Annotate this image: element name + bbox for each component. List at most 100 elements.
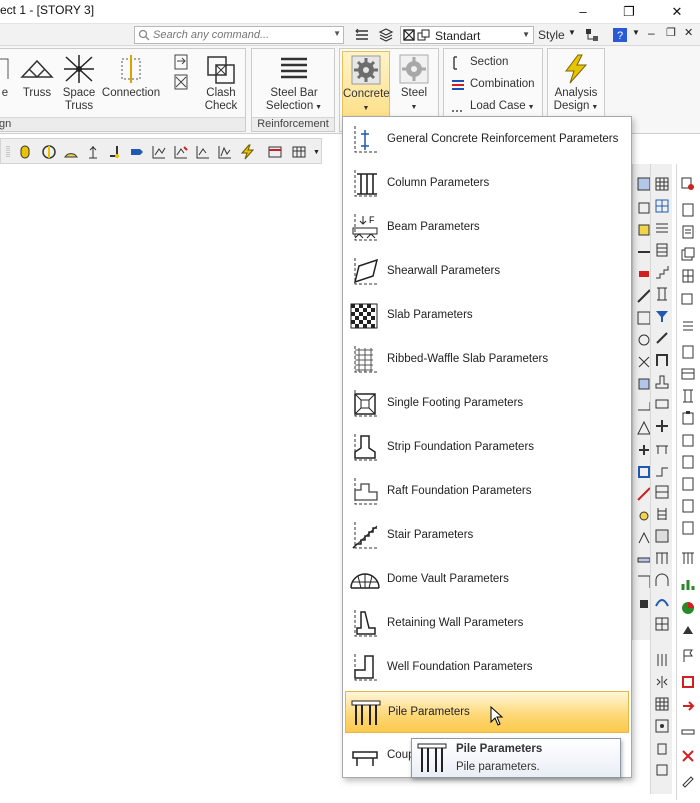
help-dropdown-icon[interactable]: ▼ [632,28,640,37]
doc-grid-icon[interactable] [680,268,696,284]
mdi-restore-button[interactable]: ❐ [666,26,676,39]
clipboard-icon[interactable] [680,410,696,426]
clash-check-button[interactable]: Clash Check [199,53,243,113]
doc-lines-icon[interactable] [680,224,696,240]
ladder-icon[interactable] [654,506,670,522]
doc-arrow-icon[interactable] [680,344,696,360]
mdi-close-button[interactable]: ✕ [684,26,693,39]
table-red-icon[interactable] [267,144,283,160]
tag-icon[interactable] [129,144,145,160]
plug-icon[interactable] [654,740,670,756]
partial-button[interactable]: e [0,53,11,100]
anchor-icon[interactable] [85,144,101,160]
frame-icon[interactable] [654,352,670,368]
menu-item-retaining-wall[interactable]: Retaining Wall Parameters [345,603,629,645]
target-icon[interactable] [654,718,670,734]
mirror-icon[interactable] [654,674,670,690]
doc-check-icon[interactable] [680,476,696,492]
copy-red-icon[interactable] [680,176,696,192]
rainbow-icon[interactable] [41,144,57,160]
tree-icon[interactable] [680,624,696,640]
mdi-minimize-button[interactable]: – [648,26,655,40]
grid-icon[interactable] [654,176,670,192]
colonnade-icon[interactable] [654,550,670,566]
style-label[interactable]: Style [538,28,565,42]
menu-item-dome-vault[interactable]: Dome Vault Parameters [345,559,629,601]
doc-plus-icon[interactable] [680,454,696,470]
pie-chart-icon[interactable] [680,600,696,616]
grid-toggle-icon[interactable] [403,29,415,41]
red-arrow-icon[interactable] [680,698,696,714]
label-icon[interactable] [654,762,670,778]
menu-item-general-reinforcement[interactable]: General Concrete Reinforcement Parameter… [345,119,629,161]
concrete-button[interactable]: Concrete ▼ [342,51,390,117]
chart-peak-icon[interactable] [217,144,233,160]
menu-item-pile[interactable]: Pile Parameters [345,691,629,733]
menu-item-ribbed-waffle[interactable]: Ribbed-Waffle Slab Parameters [345,339,629,381]
ruler-icon[interactable] [680,724,696,740]
funnel-icon[interactable] [654,308,670,324]
graph-edit-icon[interactable] [173,144,189,160]
layers-icon[interactable] [354,27,370,43]
menu-item-slab[interactable]: Slab Parameters [345,295,629,337]
menu-item-shearwall[interactable]: Shearwall Parameters [345,251,629,293]
table-grid-icon[interactable] [654,696,670,712]
menu-item-single-footing[interactable]: Single Footing Parameters [345,383,629,425]
doc-layers-icon[interactable] [680,246,696,262]
steel-bar-selection-button[interactable]: Steel Bar Selection ▼ [258,53,330,114]
bridge-icon[interactable] [654,440,670,456]
lightning-small-icon[interactable] [239,144,255,160]
graph-icon[interactable] [151,144,167,160]
flag-icon[interactable] [680,648,696,664]
clipboard-check-icon[interactable] [680,432,696,448]
rect-icon[interactable] [654,396,670,412]
mesh-icon[interactable] [654,198,670,214]
doc-table-icon[interactable] [680,366,696,382]
menu-item-strip-foundation[interactable]: Strip Foundation Parameters [345,427,629,469]
small-tools-button[interactable] [169,53,193,95]
doc-flag-icon[interactable] [680,498,696,514]
space-truss-button[interactable]: Space Truss [59,53,99,113]
window-icon[interactable] [654,484,670,500]
pen-icon[interactable] [680,772,696,788]
chevron-down-icon[interactable]: ▼ [522,30,530,39]
arch-icon[interactable] [654,572,670,588]
arc-icon[interactable] [63,144,79,160]
rotate-icon[interactable] [654,330,670,346]
settings-tree-icon[interactable] [584,27,600,43]
menu-item-well-foundation[interactable]: Well Foundation Parameters [345,647,629,689]
slab-small-icon[interactable] [654,528,670,544]
search-dropdown-icon[interactable]: ▼ [333,29,341,38]
close-button[interactable]: ✕ [662,2,692,22]
menu-item-raft-foundation[interactable]: Raft Foundation Parameters [345,471,629,513]
connection-button[interactable]: Connection [99,53,163,100]
corner-icon[interactable] [107,144,123,160]
foundation-small-icon[interactable] [654,374,670,390]
curve-icon[interactable] [654,594,670,610]
doc-pin-icon[interactable] [680,520,696,536]
table-icon[interactable] [291,144,307,160]
toolbar-grip-icon[interactable] [5,144,11,160]
command-search[interactable]: ▼ [134,26,344,44]
help-icon[interactable]: ? [612,27,628,43]
stairs-small-icon[interactable] [654,264,670,280]
restore-button[interactable]: ❐ [614,2,644,22]
red-tool-icon[interactable] [680,674,696,690]
minimize-button[interactable]: – [568,2,598,22]
layer-stack-icon[interactable] [378,27,394,43]
pile-small-icon[interactable] [680,550,696,566]
graph-add-icon[interactable] [195,144,211,160]
chart-bar-icon[interactable] [680,576,696,592]
doc-copy-icon[interactable] [680,290,696,306]
toolbar-overflow-icon[interactable]: ▼ [313,149,320,156]
combination-button[interactable]: Combination [448,75,535,95]
capsule-icon[interactable] [17,144,33,160]
copy-style-icon[interactable] [417,29,431,41]
table-lines-icon[interactable] [654,220,670,236]
square-grid-icon[interactable] [654,616,670,632]
truss-button[interactable]: Truss [17,53,57,100]
section-button[interactable]: Section [448,53,508,73]
column-icon-right[interactable] [680,388,696,404]
style-dropdown-icon[interactable]: ▼ [568,28,576,37]
step-icon[interactable] [654,462,670,478]
